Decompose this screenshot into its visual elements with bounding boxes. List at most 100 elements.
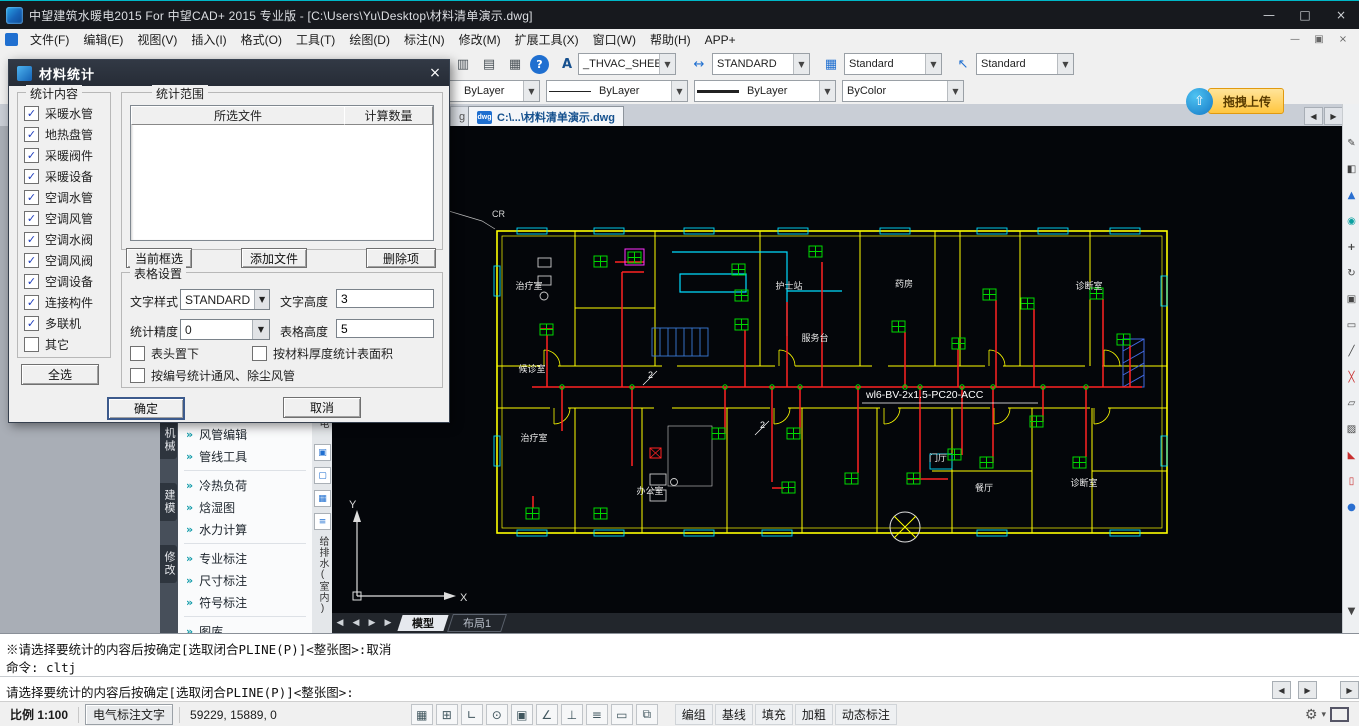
palette-item-pipe-tools[interactable]: »管线工具: [178, 445, 312, 467]
cmd-scroll-left-icon[interactable]: ◀: [1272, 681, 1291, 699]
palette-item-duct-edit[interactable]: »风管编辑: [178, 423, 312, 445]
tab-modeling[interactable]: 建模: [160, 483, 177, 521]
column-header-qty[interactable]: 计算数量: [344, 106, 433, 125]
panel-icon-2[interactable]: ▢: [314, 467, 331, 484]
panel-icon-3[interactable]: ▦: [314, 490, 331, 507]
display-icon[interactable]: [1330, 707, 1349, 722]
checkbox[interactable]: ✓: [24, 295, 39, 310]
tab-plumbing[interactable]: 给排水(室内): [315, 536, 330, 615]
cmd-scroll-right-icon[interactable]: ▶: [1298, 681, 1317, 699]
tab-mechanical[interactable]: 机械: [160, 421, 177, 459]
layout-prev-icon[interactable]: ◀: [348, 618, 364, 628]
menu-app-plus[interactable]: APP+: [698, 29, 743, 50]
tab-layout1[interactable]: 布局1: [447, 614, 507, 632]
dialog-title-bar[interactable]: 材料统计 ×: [9, 60, 449, 86]
menu-format[interactable]: 格式(O): [234, 29, 289, 50]
target-circle-icon[interactable]: ◉: [1344, 214, 1359, 229]
mleader-style-icon[interactable]: ↖: [952, 53, 974, 75]
chevron-down-icon[interactable]: ▼: [793, 54, 809, 74]
chevron-down-icon[interactable]: ▼: [254, 290, 269, 309]
panel-icon-4[interactable]: ≡: [314, 513, 331, 530]
text-style-combo[interactable]: _THVAC_SHEET ▼: [578, 53, 676, 75]
sheet-set-icon[interactable]: ▥: [452, 53, 474, 75]
document-tab-active[interactable]: dwg C:\...\材料清单演示.dwg: [468, 106, 624, 127]
checkbox[interactable]: ✓: [24, 148, 39, 163]
chevron-down-icon[interactable]: ▼: [819, 81, 835, 101]
text-style-select[interactable]: STANDARD ▼: [180, 289, 270, 310]
add-file-button[interactable]: 添加文件: [241, 248, 307, 268]
command-prompt[interactable]: 请选择要统计的内容后按确定[选取闭合PLINE(P)]<整张图>:: [6, 682, 354, 701]
toggle-dynamic-dim[interactable]: 动态标注: [835, 704, 897, 725]
maximize-button[interactable]: □: [1287, 1, 1323, 29]
menu-draw[interactable]: 绘图(D): [342, 29, 397, 50]
tab-model[interactable]: 模型: [397, 615, 448, 631]
triangle-icon[interactable]: ▲: [1344, 188, 1359, 203]
delete-item-button[interactable]: 删除项: [366, 248, 436, 268]
drawing-canvas[interactable]: 24wxYZ 3.0 CR 2 2 wl6-BV-2x1.5-PC20-ACC …: [332, 126, 1342, 613]
pencil-icon[interactable]: ✎: [1344, 136, 1359, 151]
chevron-down-icon[interactable]: ▼: [671, 81, 687, 101]
toggle-bold[interactable]: 加粗: [795, 704, 833, 725]
checkbox[interactable]: [252, 346, 267, 361]
menu-edit[interactable]: 编辑(E): [76, 29, 130, 50]
erase-icon[interactable]: ╳: [1344, 370, 1359, 385]
menu-tools[interactable]: 工具(T): [289, 29, 342, 50]
text-height-input[interactable]: [336, 289, 434, 308]
rectangle-icon[interactable]: ▭: [1344, 318, 1359, 333]
layout-last-icon[interactable]: ▶: [380, 618, 396, 628]
ucs-icon[interactable]: ⊥: [561, 704, 583, 725]
checkbox[interactable]: ✓: [24, 190, 39, 205]
chevron-down-icon[interactable]: ▼: [1057, 54, 1073, 74]
close-button[interactable]: ×: [1323, 1, 1359, 29]
linetype-combo[interactable]: ByLayer ▼: [546, 80, 688, 102]
checkbox[interactable]: ✓: [24, 253, 39, 268]
layout-first-icon[interactable]: ◀: [332, 618, 348, 628]
dot-icon[interactable]: ●: [1344, 500, 1359, 515]
menu-express[interactable]: 扩展工具(X): [508, 29, 586, 50]
select-all-button[interactable]: 全选: [21, 364, 99, 385]
chevron-down-icon[interactable]: ▼: [252, 320, 269, 339]
cancel-button[interactable]: 取消: [283, 397, 361, 418]
toggle-fill[interactable]: 填充: [755, 704, 793, 725]
cmd-scroll-end-icon[interactable]: ▶: [1340, 681, 1359, 699]
checkbox[interactable]: ✓: [24, 274, 39, 289]
grid-icon[interactable]: ▦: [411, 704, 433, 725]
plot-style-combo[interactable]: ByColor ▼: [842, 80, 964, 102]
precision-select[interactable]: 0 ▼: [180, 319, 270, 340]
table-style-combo[interactable]: Standard ▼: [844, 53, 942, 75]
row-height-input[interactable]: [336, 319, 434, 338]
checkbox[interactable]: ✓: [24, 211, 39, 226]
bar-icon[interactable]: ▯: [1344, 474, 1359, 489]
file-table[interactable]: 所选文件 计算数量: [130, 105, 434, 241]
column-header-file[interactable]: 所选文件: [131, 106, 345, 125]
mdi-close-button[interactable]: ×: [1331, 30, 1355, 49]
wedge-icon[interactable]: ◣: [1344, 448, 1359, 463]
menu-help[interactable]: 帮助(H): [643, 29, 698, 50]
text-mode-button[interactable]: 电气标注文字: [85, 704, 173, 725]
minimize-button[interactable]: —: [1251, 1, 1287, 29]
toggle-baseline[interactable]: 基线: [715, 704, 753, 725]
polygon-icon[interactable]: ▱: [1344, 396, 1359, 411]
move-icon[interactable]: +: [1344, 240, 1359, 255]
chevron-down-icon[interactable]: ▼: [947, 81, 963, 101]
gear-icon[interactable]: ⚙: [1305, 707, 1318, 723]
annotation-icon[interactable]: ⧉: [636, 704, 658, 725]
menu-view[interactable]: 视图(V): [130, 29, 184, 50]
table-icon[interactable]: ▦: [504, 53, 526, 75]
mdi-minimize-button[interactable]: —: [1283, 30, 1307, 49]
palette-item-dim-annotation[interactable]: »尺寸标注: [178, 569, 312, 591]
snap-icon[interactable]: ⊞: [436, 704, 458, 725]
chevron-down-icon[interactable]: ▼: [925, 54, 941, 74]
checkbox[interactable]: ✓: [24, 232, 39, 247]
table-style-icon[interactable]: ▦: [820, 53, 842, 75]
hatch-icon[interactable]: ▨: [1344, 422, 1359, 437]
panel-icon-1[interactable]: ▣: [314, 444, 331, 461]
checkbox[interactable]: ✓: [24, 316, 39, 331]
tab-scroll-right-icon[interactable]: ▶: [1324, 107, 1343, 125]
checkbox[interactable]: [130, 346, 145, 361]
lineweight-combo[interactable]: ByLayer ▼: [694, 80, 836, 102]
model-space-icon[interactable]: ▭: [611, 704, 633, 725]
polar-icon[interactable]: ⊙: [486, 704, 508, 725]
view-manager-icon[interactable]: ▤: [478, 53, 500, 75]
dim-style-icon[interactable]: ↔: [688, 53, 710, 75]
